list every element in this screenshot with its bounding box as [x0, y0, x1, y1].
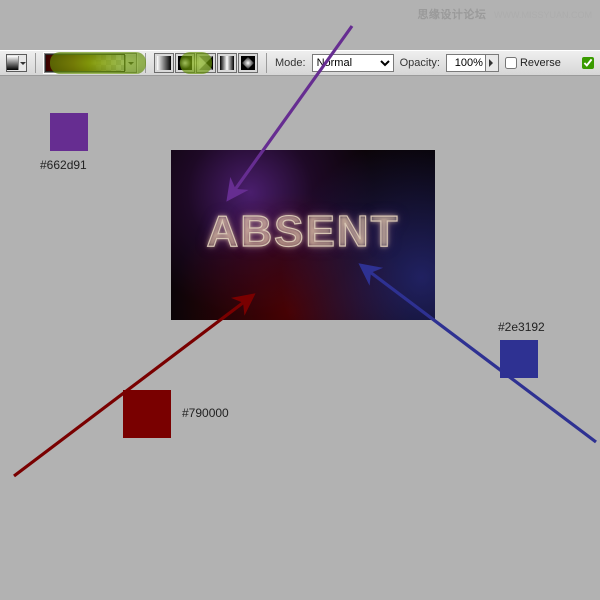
artwork-text: ABSENT — [171, 207, 435, 257]
dither-checkbox-wrap[interactable] — [582, 57, 594, 69]
swatch-maroon-label: #790000 — [182, 406, 229, 420]
reverse-label: Reverse — [520, 57, 561, 69]
swatch-purple-label: #662d91 — [40, 158, 87, 172]
gradient-type-buttons — [154, 53, 258, 73]
reflected-icon[interactable] — [217, 53, 237, 73]
angle-icon[interactable] — [196, 53, 216, 73]
opacity-input[interactable] — [447, 56, 485, 70]
dither-checkbox[interactable] — [582, 57, 594, 69]
opacity-label: Opacity: — [400, 57, 440, 69]
foreground-gradient-well[interactable] — [6, 54, 27, 72]
divider — [35, 53, 36, 73]
watermark-sub: WWW.MISSYUAN.COM — [494, 10, 592, 20]
swatch-maroon — [123, 390, 171, 438]
opacity-input-wrap — [446, 54, 499, 72]
opacity-flyout-icon[interactable] — [485, 55, 498, 71]
gradient-preview[interactable] — [44, 53, 137, 73]
diamond-icon[interactable] — [238, 53, 258, 73]
swatch-blue — [500, 340, 538, 378]
artwork-preview: ABSENT — [171, 150, 435, 320]
swatch-blue-label: #2e3192 — [498, 320, 545, 334]
swatch-purple — [50, 113, 88, 151]
radial-icon[interactable] — [175, 53, 195, 73]
gradient-toolbar: Mode: Normal Opacity: Reverse — [0, 50, 600, 76]
linear-icon[interactable] — [154, 53, 174, 73]
divider — [266, 53, 267, 73]
reverse-checkbox-wrap[interactable]: Reverse — [505, 57, 561, 69]
watermark-main: 思缘设计论坛 — [417, 9, 486, 21]
watermark: 思缘设计论坛 WWW.MISSYUAN.COM — [417, 6, 592, 22]
divider — [145, 53, 146, 73]
reverse-checkbox[interactable] — [505, 57, 517, 69]
mode-select[interactable]: Normal — [312, 54, 394, 72]
mode-label: Mode: — [275, 57, 306, 69]
